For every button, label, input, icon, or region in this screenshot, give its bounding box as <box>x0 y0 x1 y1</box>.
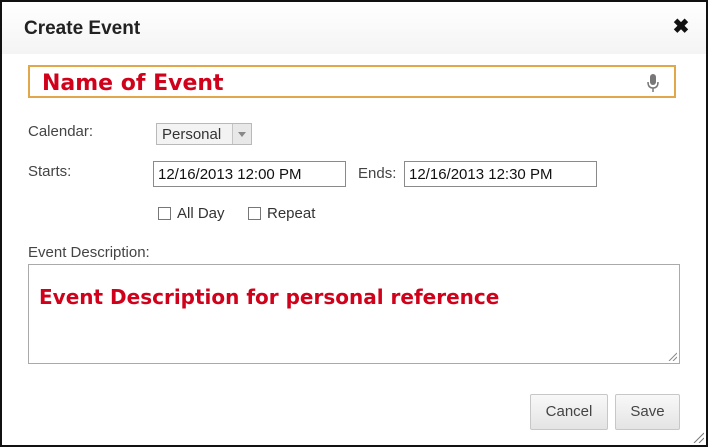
all-day-label: All Day <box>177 205 225 222</box>
starts-label: Starts: <box>28 163 72 180</box>
repeat-option[interactable]: Repeat <box>248 205 315 222</box>
all-day-checkbox[interactable] <box>158 207 171 220</box>
save-button[interactable]: Save <box>615 394 680 430</box>
calendar-select[interactable]: Personal <box>156 123 252 145</box>
event-name-field[interactable] <box>28 65 676 98</box>
repeat-checkbox[interactable] <box>248 207 261 220</box>
resize-handle-icon[interactable] <box>667 351 677 361</box>
dialog-resize-handle-icon[interactable] <box>692 431 704 443</box>
start-datetime-input[interactable] <box>153 161 346 187</box>
event-name-input[interactable] <box>40 69 644 97</box>
end-datetime-input[interactable] <box>404 161 597 187</box>
all-day-option[interactable]: All Day <box>158 205 225 222</box>
description-label: Event Description: <box>28 244 150 261</box>
close-icon[interactable]: ✖ <box>672 17 690 37</box>
cancel-button[interactable]: Cancel <box>530 394 608 430</box>
dialog-title: Create Event <box>24 18 141 39</box>
dialog-titlebar: Create Event ✖ <box>2 2 706 54</box>
event-description-textarea[interactable]: Event Description for personal reference <box>28 264 680 364</box>
ends-label: Ends: <box>358 165 397 182</box>
create-event-dialog: Create Event ✖ Calendar: Personal Starts… <box>0 0 708 447</box>
calendar-selected-value: Personal <box>162 126 222 143</box>
chevron-down-icon[interactable] <box>232 124 251 144</box>
microphone-icon[interactable] <box>646 73 660 93</box>
repeat-label: Repeat <box>267 205 316 222</box>
calendar-label: Calendar: <box>28 123 94 140</box>
event-description-text: Event Description for personal reference <box>39 285 500 309</box>
